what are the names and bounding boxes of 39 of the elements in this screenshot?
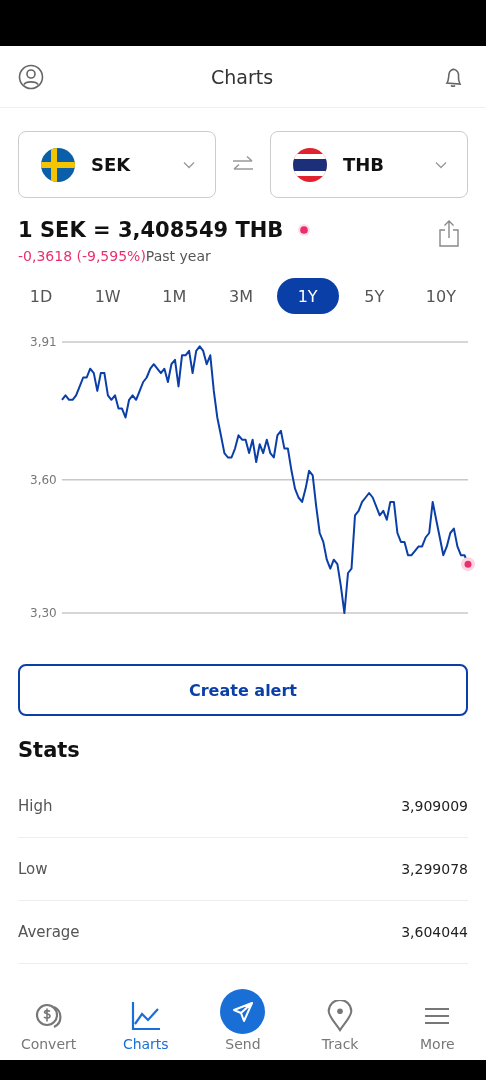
create-alert-button[interactable]: Create alert [18, 664, 468, 716]
nav-item[interactable]: Send [202, 989, 283, 1052]
chevron-down-icon [435, 160, 447, 169]
page-title: Charts [210, 65, 274, 88]
stat-label: Low [18, 860, 48, 878]
period-tab[interactable]: 1W [76, 278, 139, 314]
period-tab[interactable]: 1Y [276, 278, 339, 314]
period-label: Past year [145, 248, 211, 264]
profile-icon[interactable] [18, 63, 44, 90]
nav-item[interactable]: More [397, 1000, 478, 1052]
nav-item[interactable]: Convert [8, 1000, 89, 1052]
period-tab[interactable]: 1M [143, 278, 206, 314]
stat-label: Average [18, 923, 80, 941]
period-tab[interactable]: 10Y [409, 278, 472, 314]
stat-value: 3,299078 [401, 861, 468, 877]
flag-icon [41, 147, 75, 182]
axis-label: 3,60 [30, 472, 57, 487]
chart-icon [130, 1000, 161, 1032]
currency-select[interactable]: THB [270, 131, 468, 198]
nav-item[interactable]: Charts [105, 1000, 186, 1052]
currency-select[interactable]: SEK [18, 131, 216, 198]
period-tab[interactable]: 5Y [343, 278, 406, 314]
stats-heading: Stats [18, 738, 81, 762]
chevron-down-icon [183, 160, 195, 169]
period-tab[interactable]: 1D [10, 278, 72, 314]
current-point-marker [461, 557, 475, 572]
flag-icon [293, 147, 327, 182]
period-tab[interactable]: 3M [209, 278, 272, 314]
rate-change: -0,3618 (-9,595%) [18, 248, 146, 264]
nav-item[interactable]: Track [300, 1000, 381, 1052]
share-icon[interactable] [438, 220, 460, 248]
stat-label: High [18, 797, 53, 815]
send-icon [220, 989, 266, 1034]
stat-value: 3,604044 [401, 924, 468, 940]
live-indicator [300, 226, 309, 234]
axis-label: 3,91 [30, 335, 57, 349]
stat-value: 3,909009 [401, 798, 468, 814]
exchange-rate: 1 SEK = 3,408549 THB [18, 218, 284, 242]
axis-label: 3,30 [30, 606, 57, 620]
